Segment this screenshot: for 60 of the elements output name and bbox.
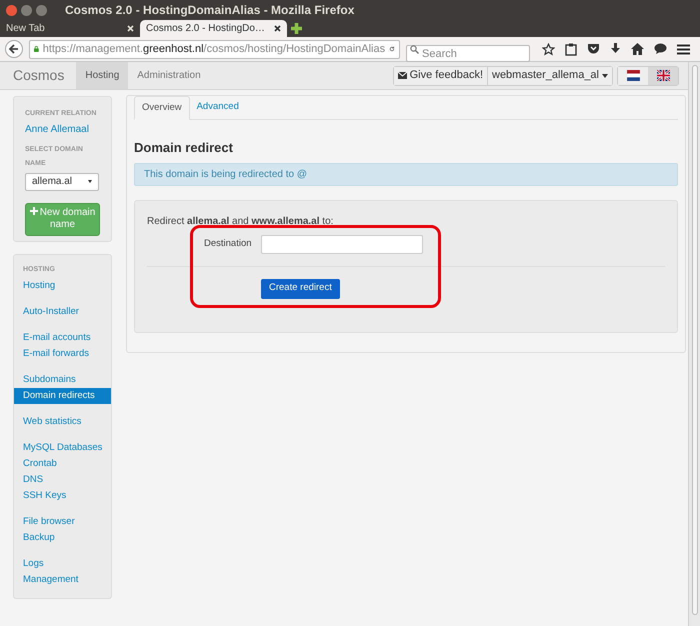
menu-item[interactable]: E-mail accounts [14, 330, 111, 346]
menu-item[interactable]: Backup [14, 530, 111, 547]
menu-item[interactable]: Management [14, 572, 111, 589]
menu-item[interactable]: File browser [14, 514, 111, 530]
envelope-icon [398, 72, 407, 79]
language-button[interactable] [648, 66, 678, 84]
language-button[interactable] [618, 66, 648, 84]
content-tab[interactable]: Overview [134, 96, 190, 120]
section-title: Domain redirect [134, 139, 234, 157]
chat-icon[interactable] [654, 43, 667, 55]
back-icon[interactable] [5, 40, 23, 58]
maximize-icon[interactable] [36, 4, 47, 16]
domain-select[interactable]: allema.al [25, 172, 99, 190]
home-icon[interactable] [631, 43, 644, 55]
nav-tab[interactable]: Administration [128, 62, 210, 89]
search-icon [410, 44, 419, 54]
address-bar[interactable]: https://management.greenhost.nl/cosmos/hosting/HostingDomainAlias [29, 40, 400, 58]
new-tab-icon[interactable] [291, 23, 302, 34]
menu-icon[interactable] [677, 44, 690, 54]
menu-item[interactable]: Hosting [14, 278, 111, 295]
feedback-button[interactable]: Give feedback! [394, 66, 488, 84]
new-domain-button[interactable]: New domain name [25, 202, 100, 236]
redirect-description: Redirect allema.al and www.allema.al to: [147, 214, 334, 228]
reload-icon[interactable] [389, 44, 395, 54]
create-redirect-button[interactable]: Create redirect [261, 278, 340, 298]
relation-link[interactable]: Anne Allemaal [25, 122, 100, 136]
menu-item[interactable]: MySQL Databases [14, 440, 111, 456]
destination-field[interactable] [261, 234, 423, 254]
menu-item[interactable]: Logs [14, 556, 111, 572]
window-title: Cosmos 2.0 - HostingDomainAlias - Mozilla Firefox [65, 2, 354, 19]
nav-tab[interactable]: Hosting [76, 62, 128, 89]
menu-item[interactable]: Crontab [14, 456, 111, 472]
caret-icon [88, 180, 92, 183]
close-icon[interactable] [274, 25, 281, 32]
browser-tab[interactable]: Cosmos 2.0 - HostingDo… [140, 20, 287, 37]
info-alert: This domain is being redirected to @ [134, 162, 678, 186]
menu-item[interactable]: Auto-Installer [14, 304, 111, 320]
minimize-icon[interactable] [21, 4, 32, 16]
download-icon[interactable] [610, 43, 621, 55]
menu-item[interactable]: E-mail forwards [14, 346, 111, 362]
pocket-icon[interactable] [587, 43, 600, 55]
menu-item[interactable]: Domain redirects [14, 388, 111, 404]
star-icon[interactable] [542, 42, 555, 56]
field-label: Destination [204, 236, 253, 251]
lock-icon [34, 44, 39, 54]
menu-item[interactable]: SSH Keys [14, 488, 111, 505]
url-text: https://management.greenhost.nl/cosmos/hosting/HostingDomainAlias [42, 42, 386, 57]
caret-icon [602, 74, 608, 78]
search-field[interactable]: Search [406, 45, 530, 62]
user-dropdown[interactable]: webmaster_allema_al [488, 66, 612, 84]
plus-icon [30, 207, 38, 215]
content-tab[interactable]: Advanced [190, 96, 246, 119]
menu-item[interactable]: Web statistics [14, 414, 111, 430]
menu-item[interactable]: Subdomains [14, 372, 111, 388]
clipboard-icon[interactable] [565, 42, 577, 56]
flag-icon [626, 70, 640, 81]
menu-item[interactable]: DNS [14, 472, 111, 488]
browser-tab[interactable]: New Tab [0, 20, 140, 37]
brand-link[interactable]: Cosmos [13, 65, 64, 86]
flag-icon [656, 70, 670, 81]
